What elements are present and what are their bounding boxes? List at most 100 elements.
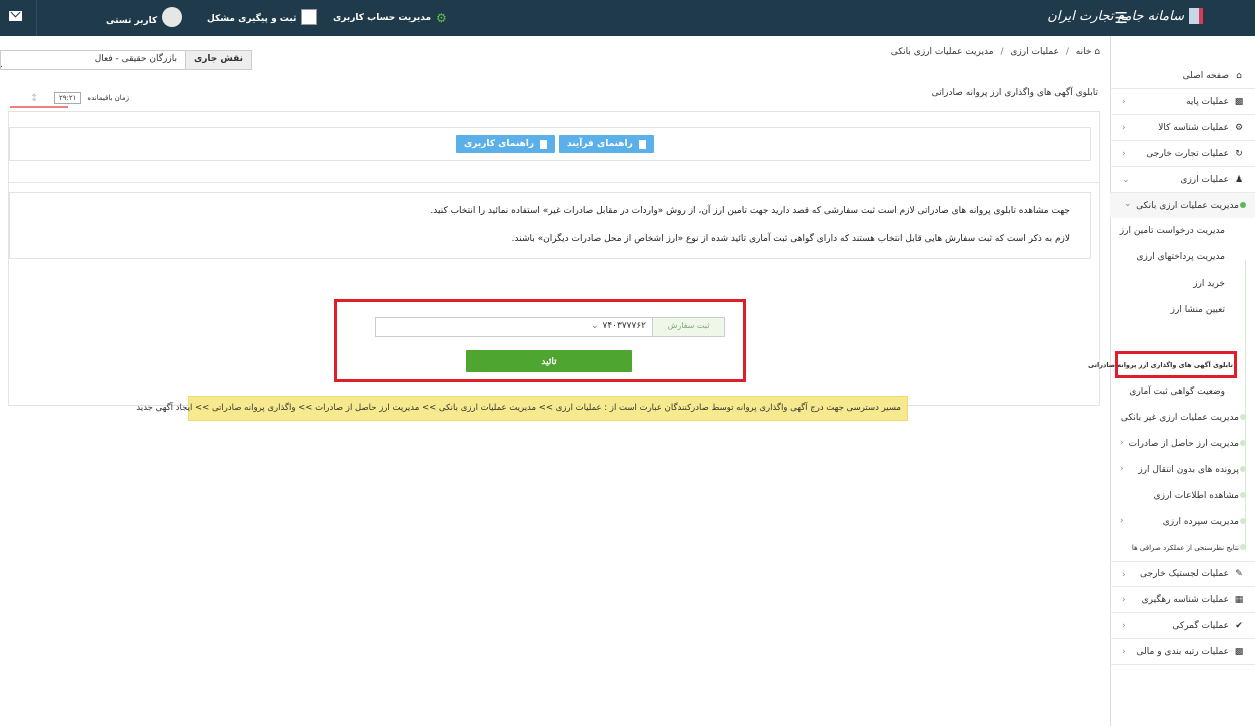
breadcrumb-level2: مدیریت عملیات ارزی بانکی bbox=[890, 47, 994, 57]
check-icon: ✔ bbox=[1235, 620, 1243, 631]
sidebar-subsub-item[interactable]: تعیین منشا ارز bbox=[1110, 297, 1255, 322]
fullscreen-icon[interactable]: ↕ bbox=[30, 93, 38, 104]
sidebar-item-label: عملیات گمرکی bbox=[1172, 620, 1229, 631]
sidebar-sub-label: مدیریت سپرده ارزی bbox=[1162, 516, 1239, 527]
users-icon: ♟ bbox=[1234, 174, 1244, 185]
chevron-left-icon: ‹ bbox=[1122, 595, 1126, 605]
sidebar-subsub-item[interactable]: مدیریت پرداختهای ارزی bbox=[1110, 244, 1255, 269]
sidebar-sub-item[interactable]: پرونده های بدون انتقال ارز ‹ bbox=[1110, 457, 1255, 482]
sidebar-item-label: عملیات شناسه رهگیری bbox=[1141, 594, 1229, 605]
sidebar-sub-label: مدیریت عملیات ارزی بانکی bbox=[1136, 200, 1239, 211]
chevron-left-icon: ‹ bbox=[1122, 97, 1126, 107]
account-management-link[interactable]: ⚙ مدیریت حساب کاربری bbox=[333, 11, 447, 25]
sidebar-sub-label: مدیریت عملیات ارزی غیر بانکی bbox=[1120, 412, 1239, 423]
sidebar-item-customs[interactable]: ✔ عملیات گمرکی ‹ bbox=[1110, 613, 1255, 639]
sidebar-sub-item[interactable]: مدیریت ارز حاصل از صادرات ‹ bbox=[1110, 431, 1255, 456]
info-box: جهت مشاهده تابلوی پروانه های صادراتی لاز… bbox=[9, 192, 1091, 259]
sidebar-item-label: عملیات تجارت خارجی bbox=[1146, 148, 1229, 159]
session-timer: زمان باقیمانده ۲۹:۲۱ bbox=[54, 92, 129, 104]
chevron-left-icon: ‹ bbox=[1122, 621, 1126, 631]
sidebar-item-currency[interactable]: ♟ عملیات ارزی ⌄ bbox=[1110, 167, 1255, 193]
access-path-notice: مسیر دسترسی جهت درج آگهی واگذاری پروانه … bbox=[136, 396, 908, 421]
sidebar-item-home[interactable]: ⌂ صفحه اصلی bbox=[1110, 63, 1255, 89]
image-icon bbox=[301, 9, 318, 25]
breadcrumb-home[interactable]: خانه bbox=[1076, 47, 1092, 57]
chevron-left-icon: ‹ bbox=[1120, 438, 1124, 448]
chart-icon: ▩ bbox=[1234, 96, 1244, 107]
sidebar-sub-item[interactable]: مشاهده اطلاعات ارزی bbox=[1110, 483, 1255, 508]
bullet-icon bbox=[1240, 544, 1246, 550]
edit-icon: ✎ bbox=[1235, 569, 1243, 579]
gear-icon: ⚙ bbox=[436, 11, 447, 25]
chevron-down-icon: ⌄ bbox=[1124, 199, 1132, 209]
bullet-icon bbox=[1240, 518, 1246, 524]
track-issue-link[interactable]: ثبت و پیگیری مشکل bbox=[207, 9, 318, 27]
breadcrumb-level1[interactable]: عملیات ارزی bbox=[1010, 47, 1059, 57]
chevron-left-icon: ‹ bbox=[1122, 647, 1126, 657]
sidebar-item-foreign-trade[interactable]: ↻ عملیات تجارت خارجی ‹ bbox=[1110, 141, 1255, 167]
chevron-left-icon: ‹ bbox=[1122, 123, 1126, 133]
sidebar-item-goods-id[interactable]: ⚙ عملیات شناسه کالا ‹ bbox=[1110, 115, 1255, 141]
document-icon bbox=[540, 139, 547, 149]
left-edge-mark: . bbox=[0, 60, 3, 70]
sidebar-subsub-item[interactable]: وضعیت گواهی ثبت آماری bbox=[1110, 379, 1255, 404]
current-role-label: نقش جاری bbox=[184, 51, 251, 69]
avatar bbox=[162, 7, 183, 27]
sidebar-item-tracking-id[interactable]: ▦ عملیات شناسه رهگیری ‹ bbox=[1110, 587, 1255, 613]
info-line-1: جهت مشاهده تابلوی پروانه های صادراتی لاز… bbox=[430, 206, 1070, 216]
process-guide-label: راهنمای فرآیند bbox=[567, 139, 633, 149]
user-guide-button[interactable]: راهنمای کاربری bbox=[456, 135, 555, 153]
track-issue-label: ثبت و پیگیری مشکل bbox=[207, 14, 297, 24]
sidebar-item-label: صفحه اصلی bbox=[1182, 70, 1229, 81]
timer-progress bbox=[10, 106, 68, 108]
document-icon bbox=[638, 139, 646, 149]
chevron-left-icon: ‹ bbox=[1122, 149, 1126, 159]
page-title: تابلوی آگهی های واگذاری ارز پروانه صادرا… bbox=[931, 88, 1098, 98]
sidebar-item-label: عملیات پایه bbox=[1186, 96, 1229, 107]
logo-icon bbox=[1189, 8, 1203, 24]
bullet-icon bbox=[1240, 440, 1246, 446]
chevron-left-icon: ‹ bbox=[1122, 570, 1126, 580]
current-role-value: بازرگان حقیقی - فعال bbox=[94, 54, 177, 64]
sidebar-item-label: عملیات شناسه کالا bbox=[1158, 122, 1229, 133]
sidebar-item-logistics[interactable]: ✎ عملیات لجستیک خارجی ‹ bbox=[1110, 561, 1255, 587]
home-icon: ⌂ bbox=[1236, 70, 1242, 81]
sidebar-sub-item[interactable]: نتایج نظرسنجی از عملکرد صرافی ها bbox=[1110, 535, 1255, 560]
cogs-icon: ⚙ bbox=[1234, 122, 1244, 133]
sidebar-sub-item[interactable]: مدیریت عملیات ارزی غیر بانکی bbox=[1110, 405, 1255, 430]
chevron-left-icon: ‹ bbox=[1120, 516, 1124, 526]
sidebar-subsub-item[interactable]: مدیریت درخواست تامین ارز bbox=[1110, 218, 1255, 243]
sidebar-sub-label: مدیریت ارز حاصل از صادرات bbox=[1128, 438, 1239, 449]
sidebar-sub-item[interactable]: مدیریت سپرده ارزی ‹ bbox=[1110, 509, 1255, 534]
bullet-icon bbox=[1240, 202, 1246, 208]
sidebar-sub-label: نتایج نظرسنجی از عملکرد صرافی ها bbox=[1131, 543, 1239, 552]
highlight-frame bbox=[334, 299, 746, 382]
menu-icon[interactable]: ☰ bbox=[1115, 9, 1128, 27]
chart-icon: ▩ bbox=[1234, 646, 1244, 657]
process-guide-button[interactable]: راهنمای فرآیند bbox=[559, 135, 654, 153]
topbar-divider bbox=[36, 0, 37, 36]
user-guide-label: راهنمای کاربری bbox=[464, 139, 534, 149]
sidebar-item-base[interactable]: ▩ عملیات پایه ‹ bbox=[1110, 89, 1255, 115]
bullet-icon bbox=[1240, 414, 1246, 420]
bullet-icon bbox=[1240, 466, 1246, 472]
current-role[interactable]: نقش جاری بازرگان حقیقی - فعال bbox=[0, 50, 252, 70]
timer-label: زمان باقیمانده bbox=[87, 94, 130, 102]
sidebar-subsub-item[interactable]: خرید ارز bbox=[1110, 271, 1255, 296]
chevron-down-icon: ⌄ bbox=[1122, 175, 1130, 185]
breadcrumb: ⌂ خانه / عملیات ارزی / مدیریت عملیات ارز… bbox=[890, 47, 1100, 57]
barcode-icon: ▦ bbox=[1234, 594, 1244, 605]
guides-bar: راهنمای فرآیند راهنمای کاربری bbox=[9, 127, 1091, 161]
sidebar-sub-label: مشاهده اطلاعات ارزی bbox=[1153, 490, 1239, 501]
sidebar-sub-label: پرونده های بدون انتقال ارز bbox=[1138, 464, 1239, 475]
user-menu[interactable]: کاربر تستی bbox=[106, 7, 183, 31]
sidebar-item-rating[interactable]: ▩ عملیات رتبه بندی و مالی ‹ bbox=[1110, 639, 1255, 665]
top-bar: سامانه جامع تجارت ایران ☰ ⚙ مدیریت حساب … bbox=[0, 0, 1255, 36]
mail-icon[interactable] bbox=[9, 11, 22, 21]
sidebar-item-label: عملیات ارزی bbox=[1180, 174, 1229, 185]
highlight-frame bbox=[1115, 351, 1237, 378]
sidebar-item-label: عملیات رتبه بندی و مالی bbox=[1136, 646, 1229, 657]
chevron-left-icon: ‹ bbox=[1120, 464, 1124, 474]
home-icon[interactable]: ⌂ bbox=[1094, 47, 1100, 57]
sidebar-sub-bank-currency[interactable]: مدیریت عملیات ارزی بانکی ⌄ bbox=[1110, 193, 1255, 218]
